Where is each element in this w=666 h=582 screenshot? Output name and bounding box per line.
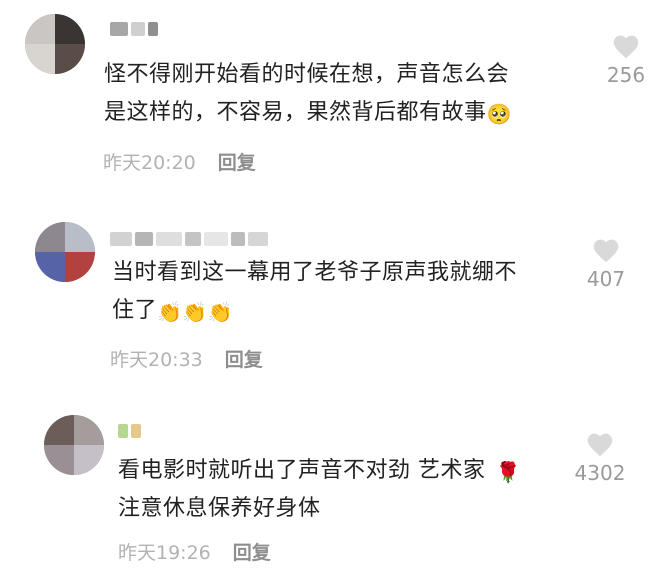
comment-time: 昨天20:33 bbox=[110, 349, 203, 371]
username[interactable] bbox=[118, 422, 141, 440]
avatar[interactable] bbox=[44, 415, 104, 475]
heart-icon bbox=[587, 433, 613, 457]
username[interactable] bbox=[110, 230, 268, 248]
reply-button[interactable]: 回复 bbox=[225, 345, 263, 372]
heart-icon bbox=[593, 239, 619, 263]
like-count: 256 bbox=[606, 63, 646, 87]
comment-meta: 昨天20:33 回复 bbox=[110, 345, 263, 372]
like-button[interactable]: 4302 bbox=[570, 430, 630, 485]
avatar[interactable] bbox=[25, 14, 85, 74]
comment-meta: 昨天20:20 回复 bbox=[103, 148, 256, 175]
comment-text: 怪不得刚开始看的时候在想，声音怎么会 是这样的，不容易，果然背后都有故事🥺 bbox=[104, 62, 512, 126]
comment-meta: 昨天19:26 回复 bbox=[118, 538, 271, 565]
like-count: 4302 bbox=[574, 461, 626, 485]
comment-time: 昨天19:26 bbox=[118, 542, 211, 564]
reply-button[interactable]: 回复 bbox=[233, 538, 271, 565]
like-button[interactable]: 407 bbox=[576, 236, 636, 291]
like-count: 407 bbox=[586, 267, 626, 291]
avatar[interactable] bbox=[35, 222, 95, 282]
comment-time: 昨天20:20 bbox=[103, 152, 196, 174]
reply-button[interactable]: 回复 bbox=[218, 148, 256, 175]
like-button[interactable]: 256 bbox=[596, 32, 656, 87]
heart-icon bbox=[613, 35, 639, 59]
rose-emoji: 🌹 bbox=[495, 460, 521, 484]
comment-text: 看电影时就听出了声音不对劲 艺术家 🌹 注意休息保养好身体 bbox=[118, 458, 521, 521]
comment-text: 当时看到这一幕用了老爷子原声我就绷不 住了👏👏👏 bbox=[112, 260, 518, 324]
clapping-hands-emoji: 👏👏👏 bbox=[157, 300, 234, 324]
username[interactable] bbox=[110, 20, 158, 38]
pleading-face-emoji: 🥺 bbox=[486, 102, 512, 126]
